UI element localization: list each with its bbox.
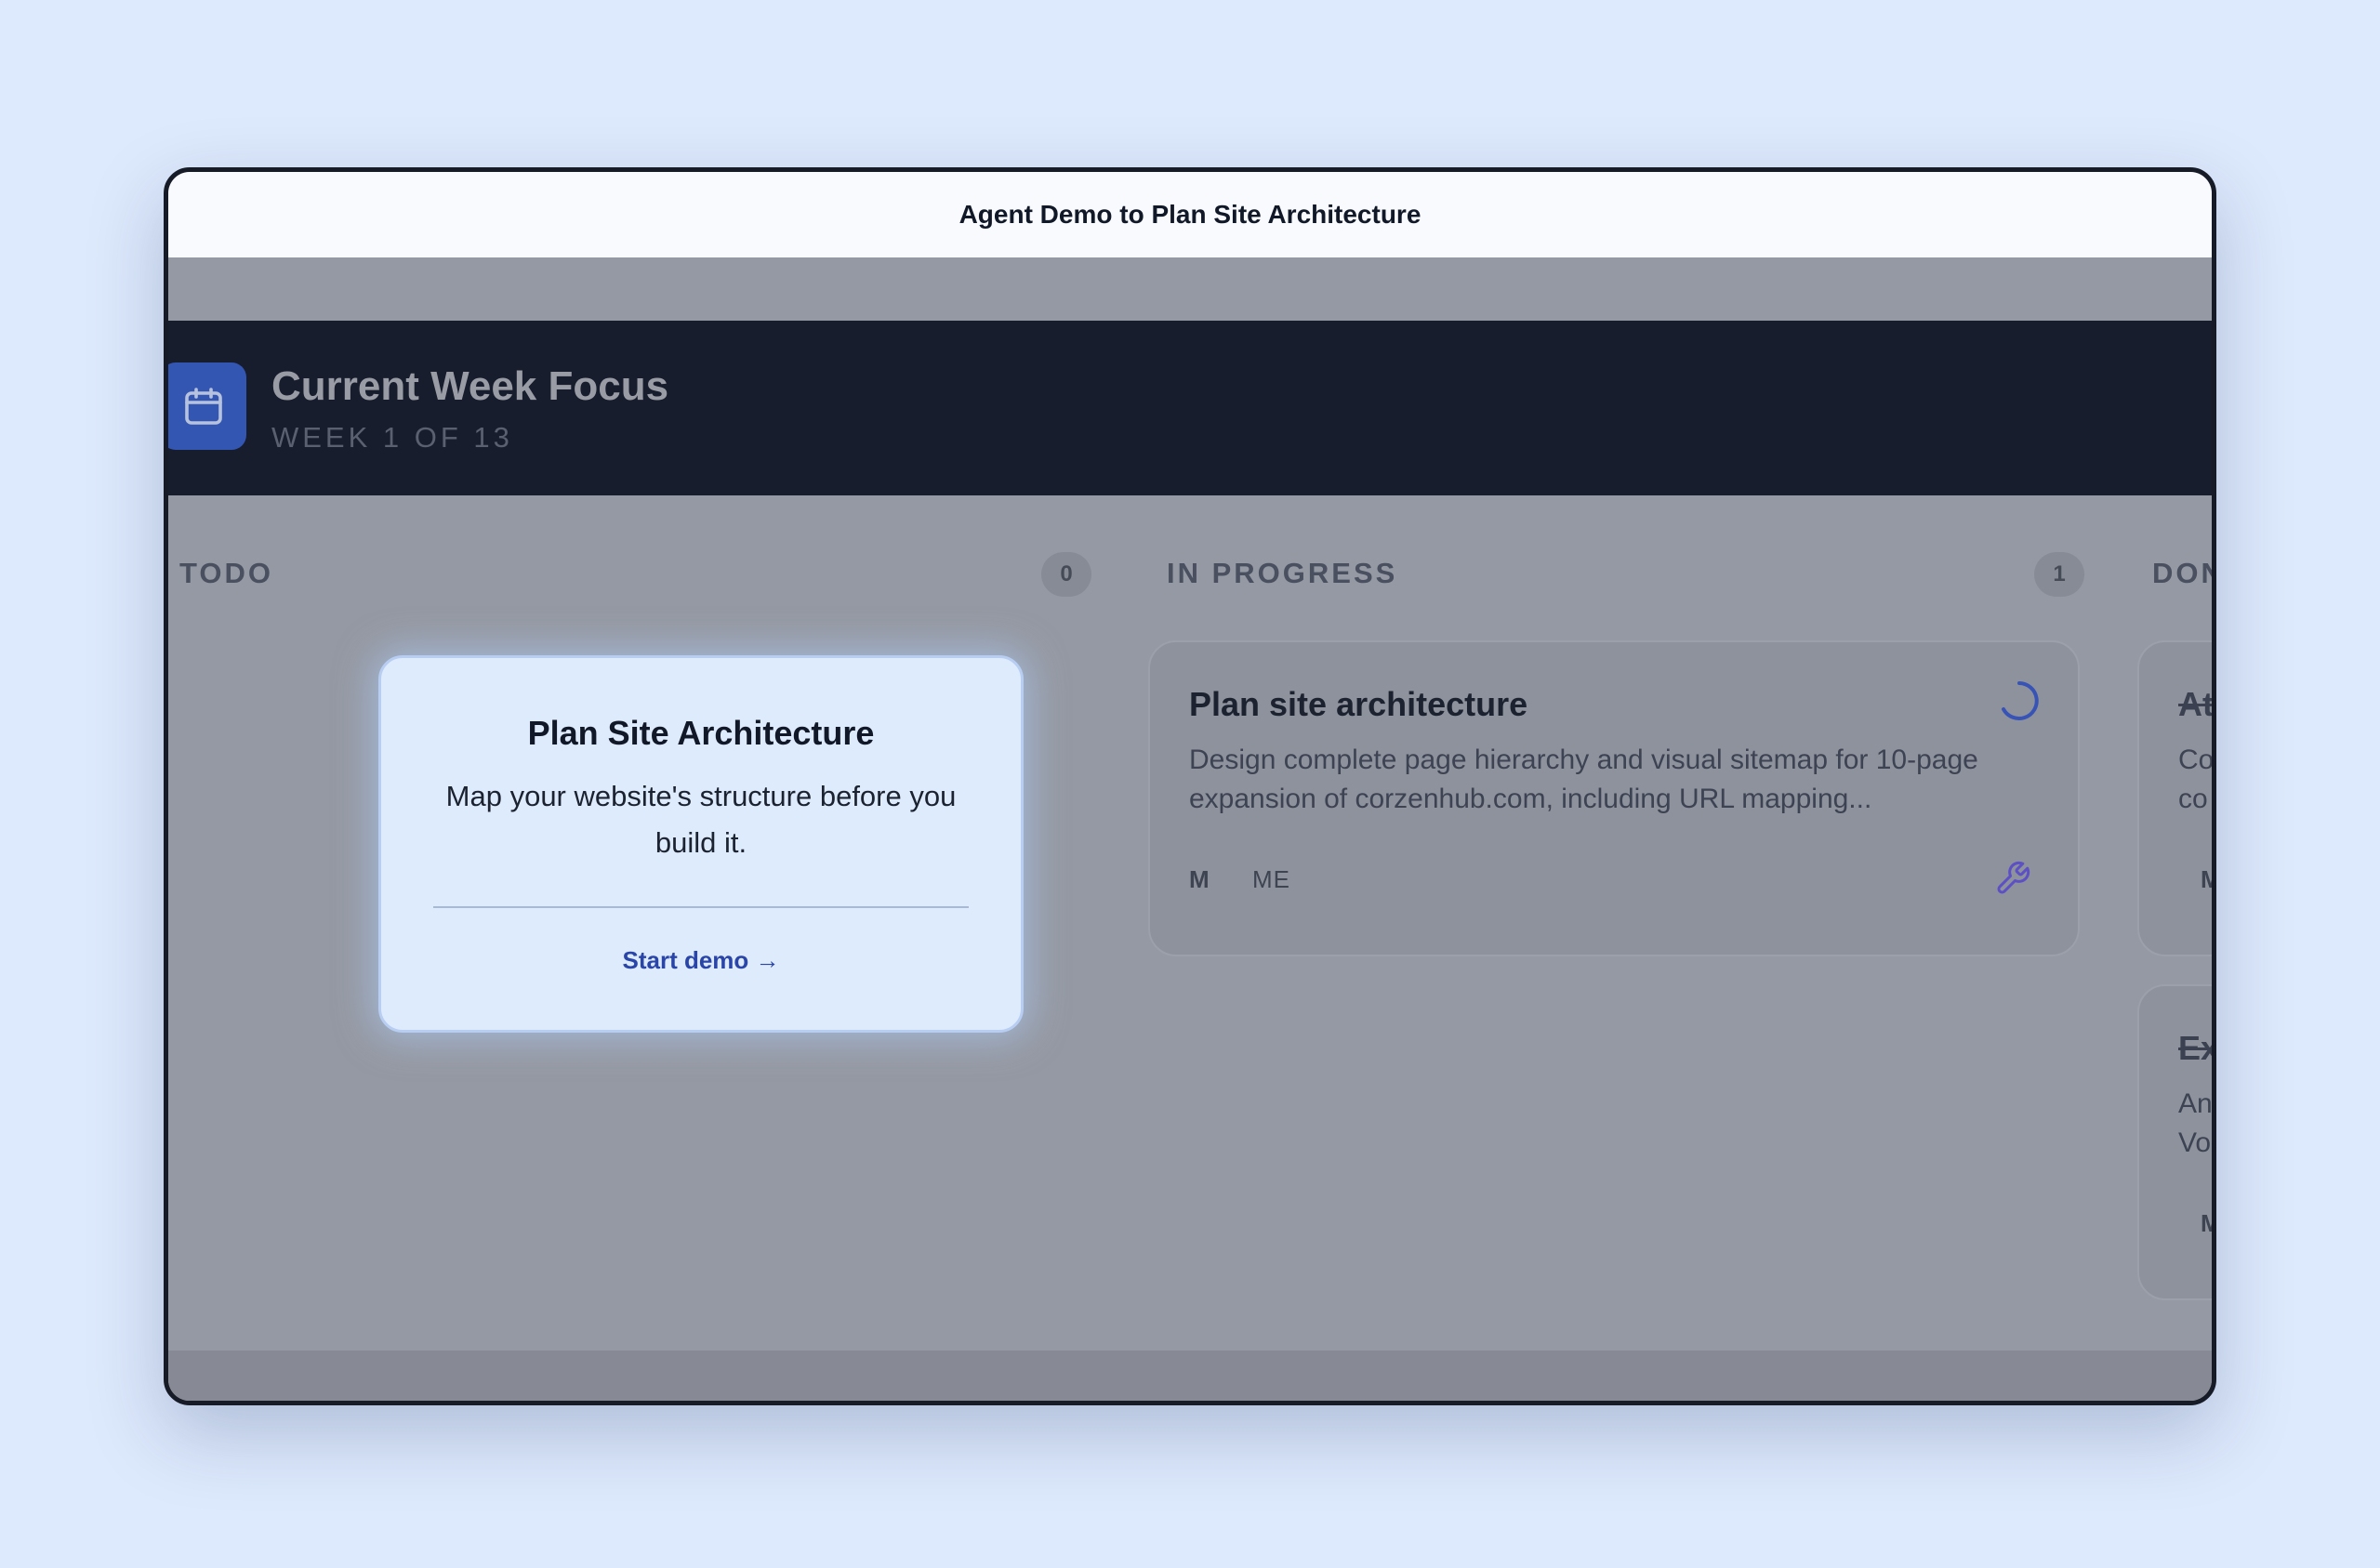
task-card-done-1[interactable]: At Co co M [2137,640,2212,956]
task-assignee: ME [1252,865,1290,893]
column-count-todo: 0 [1041,552,1091,597]
popover-divider [433,906,969,908]
start-demo-button[interactable]: Start demo → [381,946,1021,975]
task-title: At [2178,685,2212,723]
task-size-badge: M [1189,865,1210,893]
task-size-badge: M [2201,1209,2212,1238]
column-count-in-progress: 1 [2034,552,2084,597]
popover-title: Plan Site Architecture [527,714,875,752]
window-title: Agent Demo to Plan Site Architecture [959,200,1421,229]
column-title-in-progress: IN PROGRESS [1167,557,1398,589]
task-description: An Vo [2178,1088,2212,1158]
column-title-todo: TODO [179,557,273,589]
popover-description: Map your website's structure before you … [445,780,957,859]
task-description: Co co [2178,744,2212,814]
task-title: Ex [2178,1029,2212,1067]
task-size-badge: M [2201,865,2212,894]
page-title: Current Week Focus [271,363,669,409]
board-content: Current Week Focus WEEK 1 OF 13 TODO 0 I… [168,257,2212,1401]
week-indicator: WEEK 1 OF 13 [271,421,513,454]
task-card-plan-site-architecture[interactable]: Plan site architecture Design complete p… [1148,640,2080,956]
horizontal-scrollbar[interactable] [168,1351,2212,1401]
column-title-done: DON [2152,557,2212,589]
window-titlebar: Agent Demo to Plan Site Architecture [168,172,2212,257]
app-window: Agent Demo to Plan Site Architecture Cur… [164,167,2216,1405]
task-card-done-2[interactable]: Ex An Vo M [2137,984,2212,1300]
task-title: Plan site architecture [1189,685,1528,723]
spinner-icon [2002,681,2039,720]
week-header: Current Week Focus WEEK 1 OF 13 [168,321,2212,495]
demo-popover: Plan Site Architecture Map your website'… [378,655,1024,1033]
task-description: Design complete page hierarchy and visua… [1189,744,1978,814]
calendar-icon [168,362,246,450]
wrench-icon[interactable] [1994,860,2031,897]
